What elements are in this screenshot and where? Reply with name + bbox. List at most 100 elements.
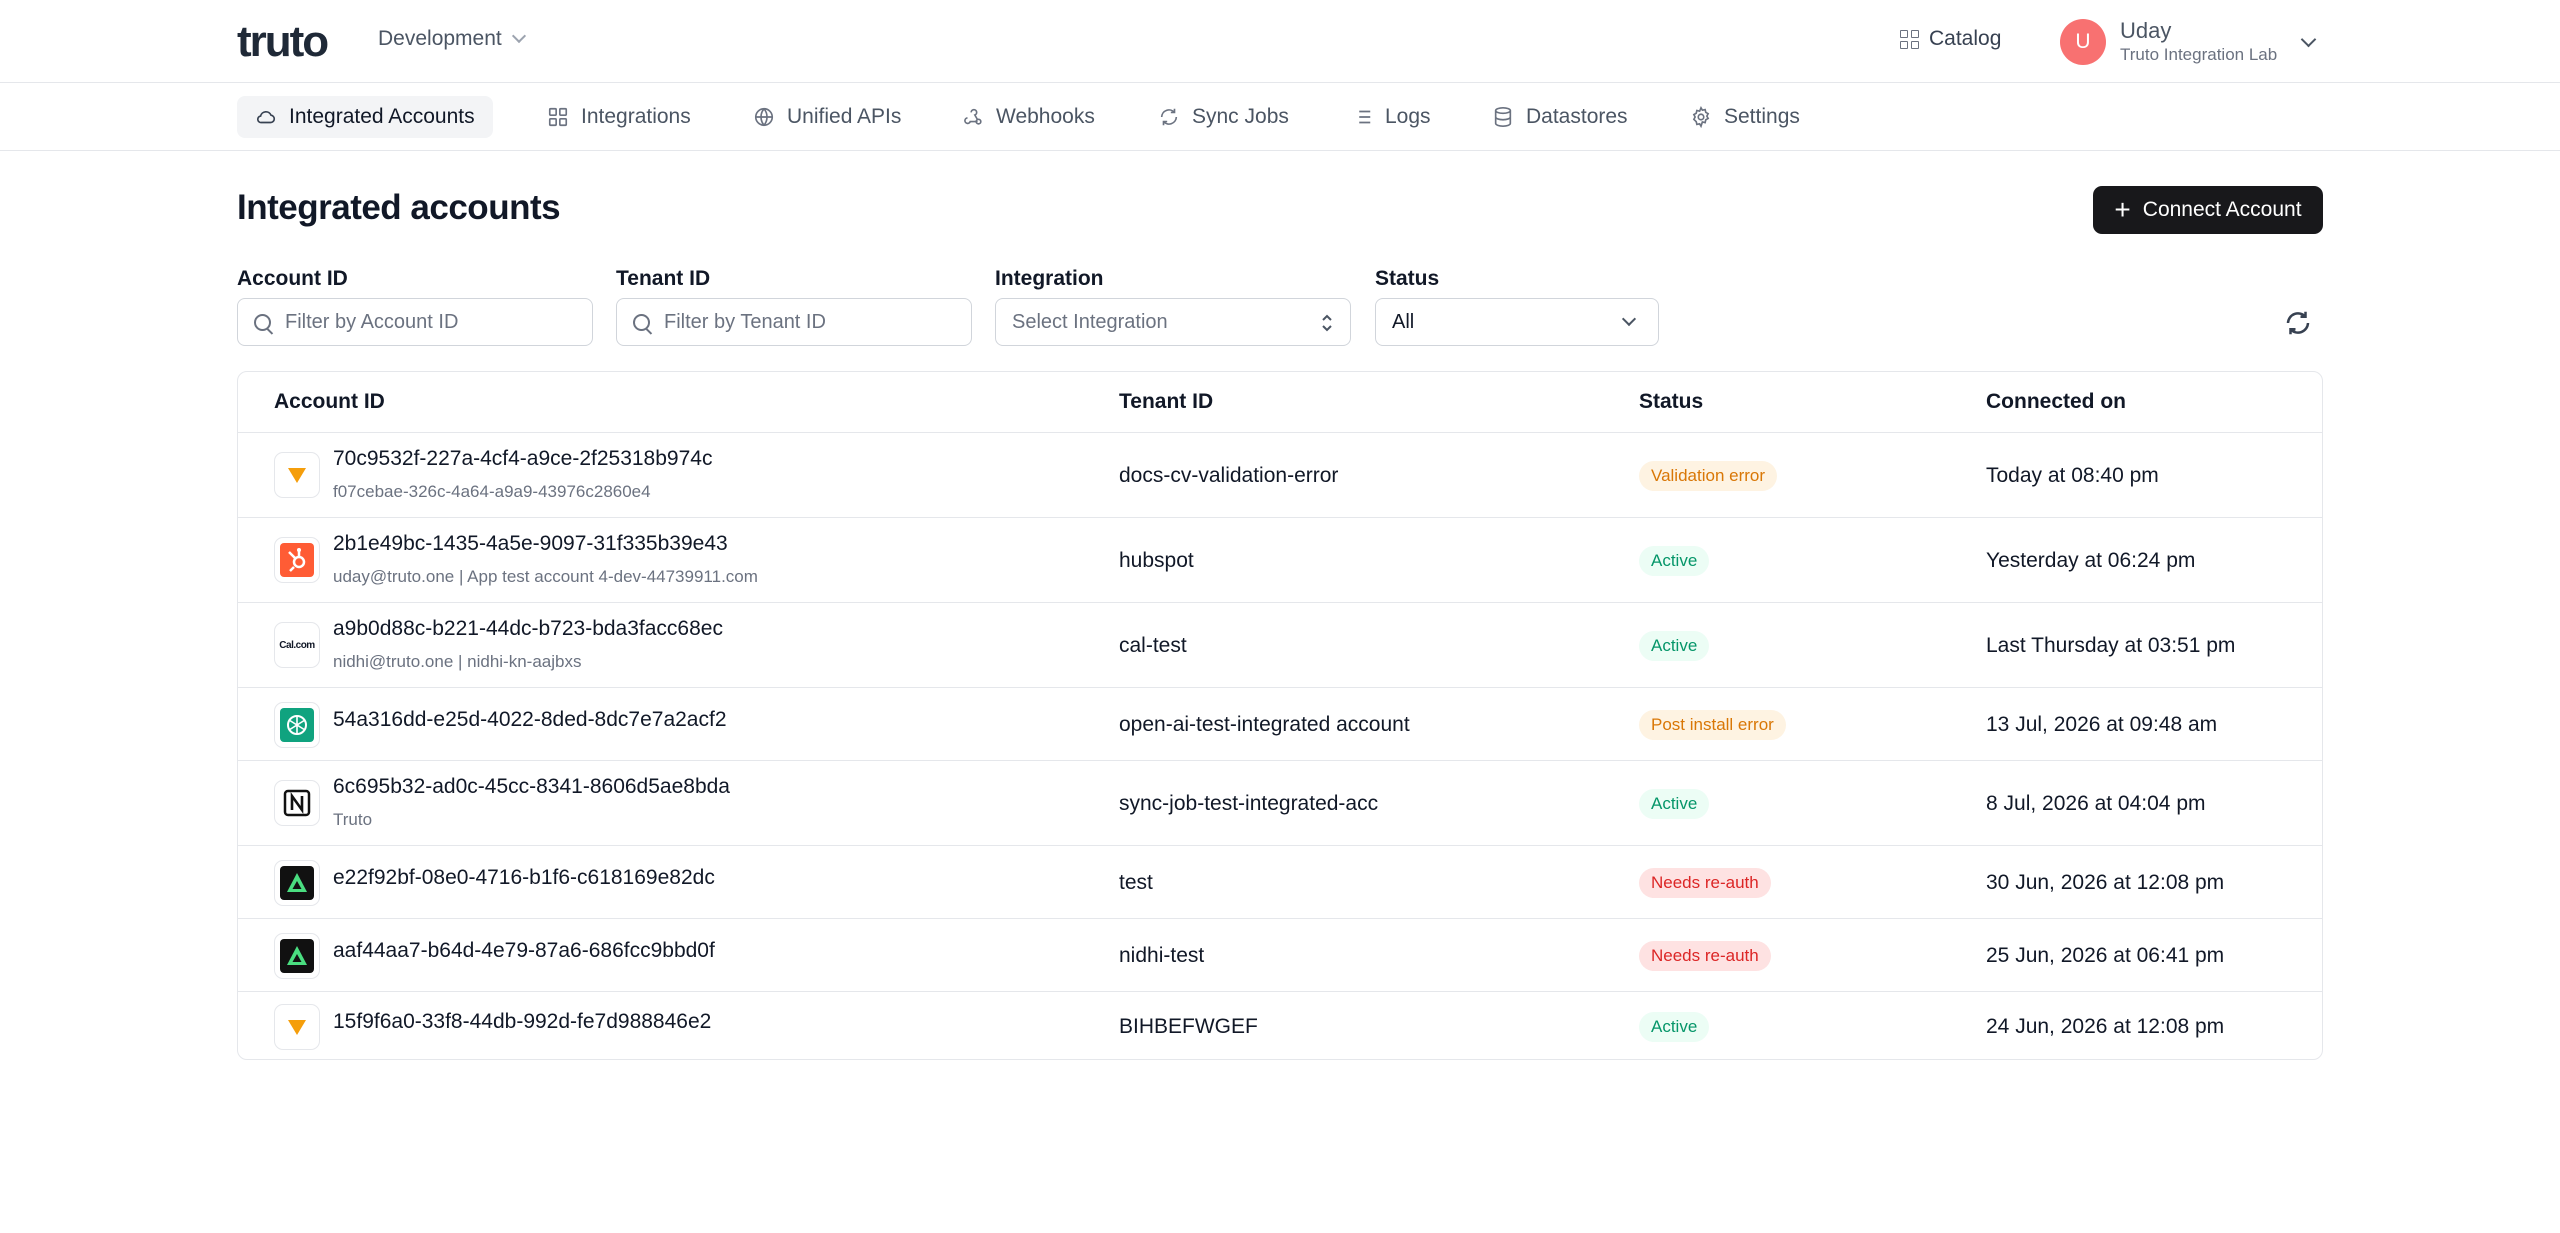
green-triangle-logo (274, 933, 320, 979)
account-id: 54a316dd-e25d-4022-8ded-8dc7e7a2acf2 (333, 708, 727, 731)
table-row[interactable]: 54a316dd-e25d-4022-8ded-8dc7e7a2acf2 ope… (238, 689, 2322, 761)
connect-account-button[interactable]: + Connect Account (2093, 186, 2323, 234)
search-icon (254, 313, 271, 331)
account-id: aaf44aa7-b64d-4e79-87a6-686fcc9bbd0f (333, 939, 715, 962)
hubspot-logo (274, 537, 320, 583)
status-select-value: All (1392, 310, 1415, 333)
connected-on: Yesterday at 06:24 pm (1986, 549, 2196, 572)
account-id: 70c9532f-227a-4cf4-a9ce-2f25318b974c (333, 447, 713, 470)
tab-label: Webhooks (996, 105, 1095, 128)
chevron-down-icon[interactable] (2300, 31, 2317, 48)
account-id-filter-input[interactable]: Filter by Account ID (237, 298, 593, 346)
tenant-id: test (1119, 871, 1153, 894)
grid-icon (1900, 29, 1919, 49)
status-select[interactable]: All (1375, 298, 1659, 346)
account-id: 6c695b32-ad0c-45cc-8341-8606d5ae8bda (333, 775, 730, 798)
status-badge: Active (1639, 789, 1710, 819)
tab-datastores[interactable]: Datastores (1474, 96, 1646, 138)
connected-on: 24 Jun, 2026 at 12:08 pm (1986, 1015, 2225, 1038)
globe-icon (754, 107, 774, 127)
account-id-filter-label: Account ID (237, 267, 348, 290)
user-org: Truto Integration Lab (2120, 45, 2278, 64)
table-row[interactable]: 15f9f6a0-33f8-44db-992d-fe7d988846e2 BIH… (238, 993, 2322, 1059)
table-row[interactable]: aaf44aa7-b64d-4e79-87a6-686fcc9bbd0f nid… (238, 920, 2322, 992)
tenant-id: nidhi-test (1119, 944, 1205, 967)
chevron-up-down-icon (1322, 314, 1332, 332)
table-row[interactable]: Cal.com a9b0d88c-b221-44dc-b723-bda3facc… (238, 604, 2322, 688)
account-sub: Truto (333, 810, 373, 829)
tab-label: Sync Jobs (1192, 105, 1289, 128)
tab-sync-jobs[interactable]: Sync Jobs (1140, 96, 1307, 138)
webhook-icon (964, 108, 982, 125)
tab-label: Unified APIs (787, 105, 902, 128)
page-title: Integrated accounts (237, 188, 561, 227)
table-row[interactable]: 70c9532f-227a-4cf4-a9ce-2f25318b974c f07… (238, 434, 2322, 518)
tenant-id: cal-test (1119, 634, 1187, 657)
table-row[interactable]: e22f92bf-08e0-4716-b1f6-c618169e82dc tes… (238, 847, 2322, 919)
top-header: truto Development Catalog U Uday Truto I… (0, 0, 2560, 83)
tab-integrated-accounts[interactable]: Integrated Accounts (237, 96, 493, 138)
list-icon (1354, 110, 1371, 124)
main-nav: Integrated Accounts Integrations Unified… (0, 84, 2560, 151)
integration-placeholder: Select Integration (1012, 310, 1168, 333)
catalog-button[interactable]: Catalog (1900, 27, 2001, 51)
column-header-account-id: Account ID (274, 390, 385, 413)
account-sub: nidhi@truto.one | nidhi-kn-aajbxs (333, 652, 582, 671)
account-id: 15f9f6a0-33f8-44db-992d-fe7d988846e2 (333, 1010, 712, 1033)
integrated-accounts-table: Account ID Tenant ID Status Connected on… (237, 371, 2323, 1060)
column-header-status: Status (1639, 390, 1704, 413)
table-row[interactable]: 6c695b32-ad0c-45cc-8341-8606d5ae8bda Tru… (238, 762, 2322, 846)
tab-integrations[interactable]: Integrations (529, 96, 709, 138)
tenant-id-placeholder: Filter by Tenant ID (664, 310, 826, 333)
status-badge: Needs re-auth (1639, 941, 1771, 971)
account-id: 2b1e49bc-1435-4a5e-9097-31f335b39e43 (333, 532, 728, 555)
user-name: Uday (2120, 18, 2172, 43)
user-menu[interactable]: U Uday Truto Integration Lab (2060, 18, 2277, 66)
chevron-down-icon (1621, 311, 1637, 327)
tab-logs[interactable]: Logs (1333, 96, 1449, 138)
cloud-icon (256, 110, 276, 124)
account-id-placeholder: Filter by Account ID (285, 310, 459, 333)
plus-icon: + (2114, 194, 2131, 225)
tab-label: Logs (1385, 105, 1431, 128)
search-icon (633, 313, 650, 331)
connect-account-label: Connect Account (2142, 198, 2302, 221)
connected-on: Today at 08:40 pm (1986, 464, 2159, 487)
calcom-logo: Cal.com (274, 622, 320, 668)
table-row[interactable]: 2b1e49bc-1435-4a5e-9097-31f335b39e43 uda… (238, 519, 2322, 603)
orange-triangle-logo (274, 1004, 320, 1050)
account-id: a9b0d88c-b221-44dc-b723-bda3facc68ec (333, 617, 723, 640)
orange-triangle-logo (274, 452, 320, 498)
integration-select[interactable]: Select Integration (995, 298, 1351, 346)
tab-label: Integrations (581, 105, 691, 128)
connected-on: 25 Jun, 2026 at 06:41 pm (1986, 944, 2225, 967)
status-badge: Active (1639, 1012, 1710, 1042)
account-id: e22f92bf-08e0-4716-b1f6-c618169e82dc (333, 866, 715, 889)
database-icon (1494, 107, 1512, 127)
green-triangle-logo (274, 860, 320, 906)
tab-settings[interactable]: Settings (1672, 96, 1818, 138)
catalog-label: Catalog (1929, 27, 2002, 50)
tab-unified-apis[interactable]: Unified APIs (735, 96, 919, 138)
connected-on: 8 Jul, 2026 at 04:04 pm (1986, 792, 2206, 815)
status-badge: Active (1639, 546, 1710, 576)
connected-on: 30 Jun, 2026 at 12:08 pm (1986, 871, 2225, 894)
tenant-id-filter-input[interactable]: Filter by Tenant ID (616, 298, 972, 346)
tab-webhooks[interactable]: Webhooks (944, 96, 1113, 138)
column-header-connected-on: Connected on (1986, 390, 2126, 413)
table-header: Account ID Tenant ID Status Connected on (238, 372, 2322, 433)
tenant-id: sync-job-test-integrated-acc (1119, 792, 1379, 815)
status-badge: Active (1639, 631, 1710, 661)
grid-icon (548, 107, 568, 127)
integration-filter-label: Integration (995, 267, 1104, 290)
account-sub: f07cebae-326c-4a64-a9a9-43976c2860e4 (333, 482, 651, 501)
refresh-icon[interactable] (2283, 308, 2313, 338)
tab-label: Settings (1724, 105, 1800, 128)
connected-on: 13 Jul, 2026 at 09:48 am (1986, 713, 2218, 736)
environment-selector[interactable]: Development (378, 27, 526, 51)
truto-logo[interactable]: truto (237, 20, 329, 64)
status-filter-label: Status (1375, 267, 1440, 290)
gear-icon (1692, 106, 1710, 128)
avatar: U (2060, 19, 2106, 65)
tab-label: Integrated Accounts (289, 105, 475, 128)
